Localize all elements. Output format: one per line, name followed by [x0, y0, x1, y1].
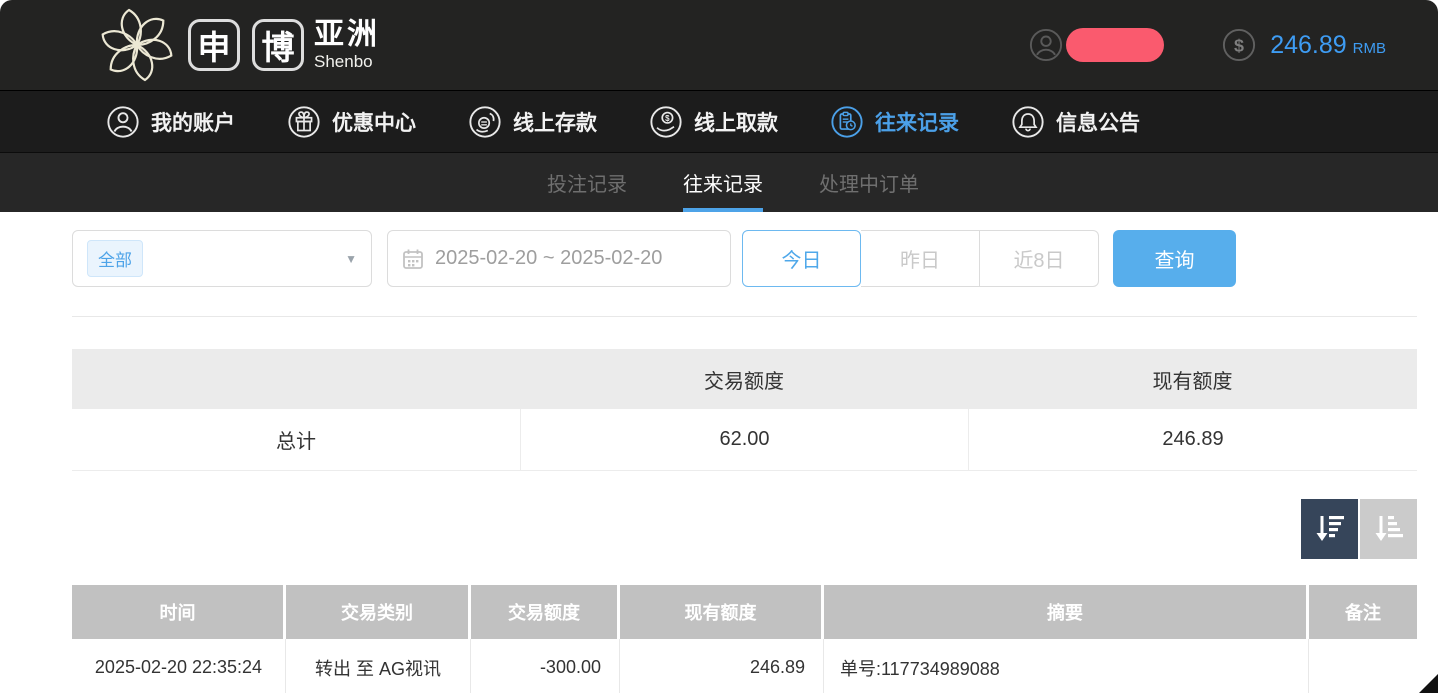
- row-balance: 246.89: [620, 639, 824, 693]
- summary-table: 交易额度 现有额度 总计 62.00 246.89: [72, 349, 1417, 471]
- row-time: 2025-02-20 22:35:24: [72, 639, 286, 693]
- row-amount: -300.00: [471, 639, 620, 693]
- nav-label: 信息公告: [1056, 107, 1140, 137]
- summary-total-balance: 246.89: [968, 409, 1417, 470]
- col-header-time: 时间: [72, 585, 283, 639]
- svg-text:$: $: [1234, 36, 1244, 56]
- user-icon: [106, 105, 140, 139]
- sort-controls: [72, 499, 1417, 559]
- logo-char-bo: 博: [252, 19, 304, 71]
- sort-ascending-button[interactable]: [1360, 499, 1417, 559]
- tab-transaction-records[interactable]: 往来记录: [683, 153, 763, 212]
- nav-item-deposit[interactable]: 线上存款: [468, 105, 597, 139]
- dollar-coin-icon: $: [1222, 28, 1256, 62]
- summary-total-label: 总计: [72, 409, 520, 470]
- main-nav: 我的账户 优惠中心 线上存款 $ 线上取款: [0, 90, 1438, 152]
- withdraw-icon: $: [649, 105, 683, 139]
- row-type: 转出 至 AG视讯: [286, 639, 471, 693]
- col-header-remark: 备注: [1309, 585, 1417, 639]
- summary-total-row: 总计 62.00 246.89: [72, 409, 1417, 471]
- nav-item-promotions[interactable]: 优惠中心: [287, 105, 416, 139]
- row-remark: [1309, 639, 1417, 693]
- records-icon: [830, 105, 864, 139]
- nav-label: 线上存款: [513, 107, 597, 137]
- resize-grip: [1419, 674, 1438, 693]
- record-tabs: 投注记录 往来记录 处理中订单: [0, 152, 1438, 212]
- flower-logo-icon: [98, 6, 176, 84]
- search-button[interactable]: 查询: [1113, 230, 1236, 287]
- nav-label: 优惠中心: [332, 107, 416, 137]
- tab-processing-orders[interactable]: 处理中订单: [819, 153, 919, 212]
- type-select-value: 全部: [87, 240, 143, 277]
- svg-text:$: $: [665, 114, 670, 123]
- summary-total-amount: 62.00: [520, 409, 968, 470]
- gift-icon: [287, 105, 321, 139]
- calendar-icon: [402, 248, 424, 270]
- balance-group[interactable]: $ 246.89 RMB: [1222, 28, 1386, 62]
- nav-label: 线上取款: [694, 107, 778, 137]
- yesterday-button[interactable]: 昨日: [861, 230, 980, 287]
- table-row: 2025-02-20 22:35:24 转出 至 AG视讯 -300.00 24…: [72, 639, 1417, 693]
- quick-date-group: 今日 昨日 近8日: [742, 230, 1099, 287]
- sort-descending-icon: [1313, 511, 1347, 547]
- filter-row: 全部 ▼ 2025-02-20 ~ 2025-02-20 今日 昨日 近8日 查…: [72, 230, 1417, 287]
- summary-header-amount: 交易额度: [520, 365, 968, 394]
- col-header-summary: 摘要: [824, 585, 1306, 639]
- balance-currency: RMB: [1353, 40, 1386, 57]
- nav-label: 往来记录: [875, 107, 959, 137]
- col-header-balance: 现有额度: [620, 585, 821, 639]
- logo-latin-text: Shenbo: [314, 53, 380, 70]
- tab-betting-records[interactable]: 投注记录: [547, 153, 627, 212]
- sort-ascending-icon: [1372, 511, 1406, 547]
- content-area: 全部 ▼ 2025-02-20 ~ 2025-02-20 今日 昨日 近8日 查…: [0, 230, 1438, 693]
- logo-char-shen: 申: [188, 19, 240, 71]
- last8days-button[interactable]: 近8日: [980, 230, 1099, 287]
- app-header: 申 博 亚洲 Shenbo $ 246.89 RMB: [0, 0, 1438, 90]
- summary-header-balance: 现有额度: [968, 365, 1417, 394]
- sort-descending-button[interactable]: [1301, 499, 1358, 559]
- bell-icon: [1011, 105, 1045, 139]
- records-header-row: 时间 交易类别 交易额度 现有额度 摘要 备注: [72, 585, 1417, 639]
- deposit-icon: [468, 105, 502, 139]
- nav-item-withdraw[interactable]: $ 线上取款: [649, 105, 778, 139]
- row-summary: 单号:117734989088: [824, 639, 1309, 693]
- today-button[interactable]: 今日: [742, 230, 861, 287]
- username-redacted-pill[interactable]: [1066, 28, 1164, 62]
- chevron-down-icon: ▼: [345, 252, 357, 266]
- nav-item-my-account[interactable]: 我的账户: [106, 105, 235, 139]
- section-divider: [72, 316, 1417, 317]
- type-select[interactable]: 全部 ▼: [72, 230, 372, 287]
- date-range-value: 2025-02-20 ~ 2025-02-20: [435, 247, 662, 270]
- date-range-input[interactable]: 2025-02-20 ~ 2025-02-20: [387, 230, 731, 287]
- col-header-type: 交易类别: [286, 585, 468, 639]
- nav-item-announcements[interactable]: 信息公告: [1011, 105, 1140, 139]
- brand-logo[interactable]: 申 博 亚洲 Shenbo: [98, 6, 380, 84]
- logo-region-text: 亚洲: [314, 20, 380, 50]
- summary-header-row: 交易额度 现有额度: [72, 349, 1417, 409]
- balance-amount: 246.89: [1270, 31, 1346, 60]
- nav-label: 我的账户: [151, 107, 235, 137]
- nav-item-records[interactable]: 往来记录: [830, 105, 959, 139]
- col-header-amount: 交易额度: [471, 585, 617, 639]
- user-avatar-icon[interactable]: [1029, 28, 1063, 62]
- records-table: 时间 交易类别 交易额度 现有额度 摘要 备注 2025-02-20 22:35…: [72, 585, 1417, 693]
